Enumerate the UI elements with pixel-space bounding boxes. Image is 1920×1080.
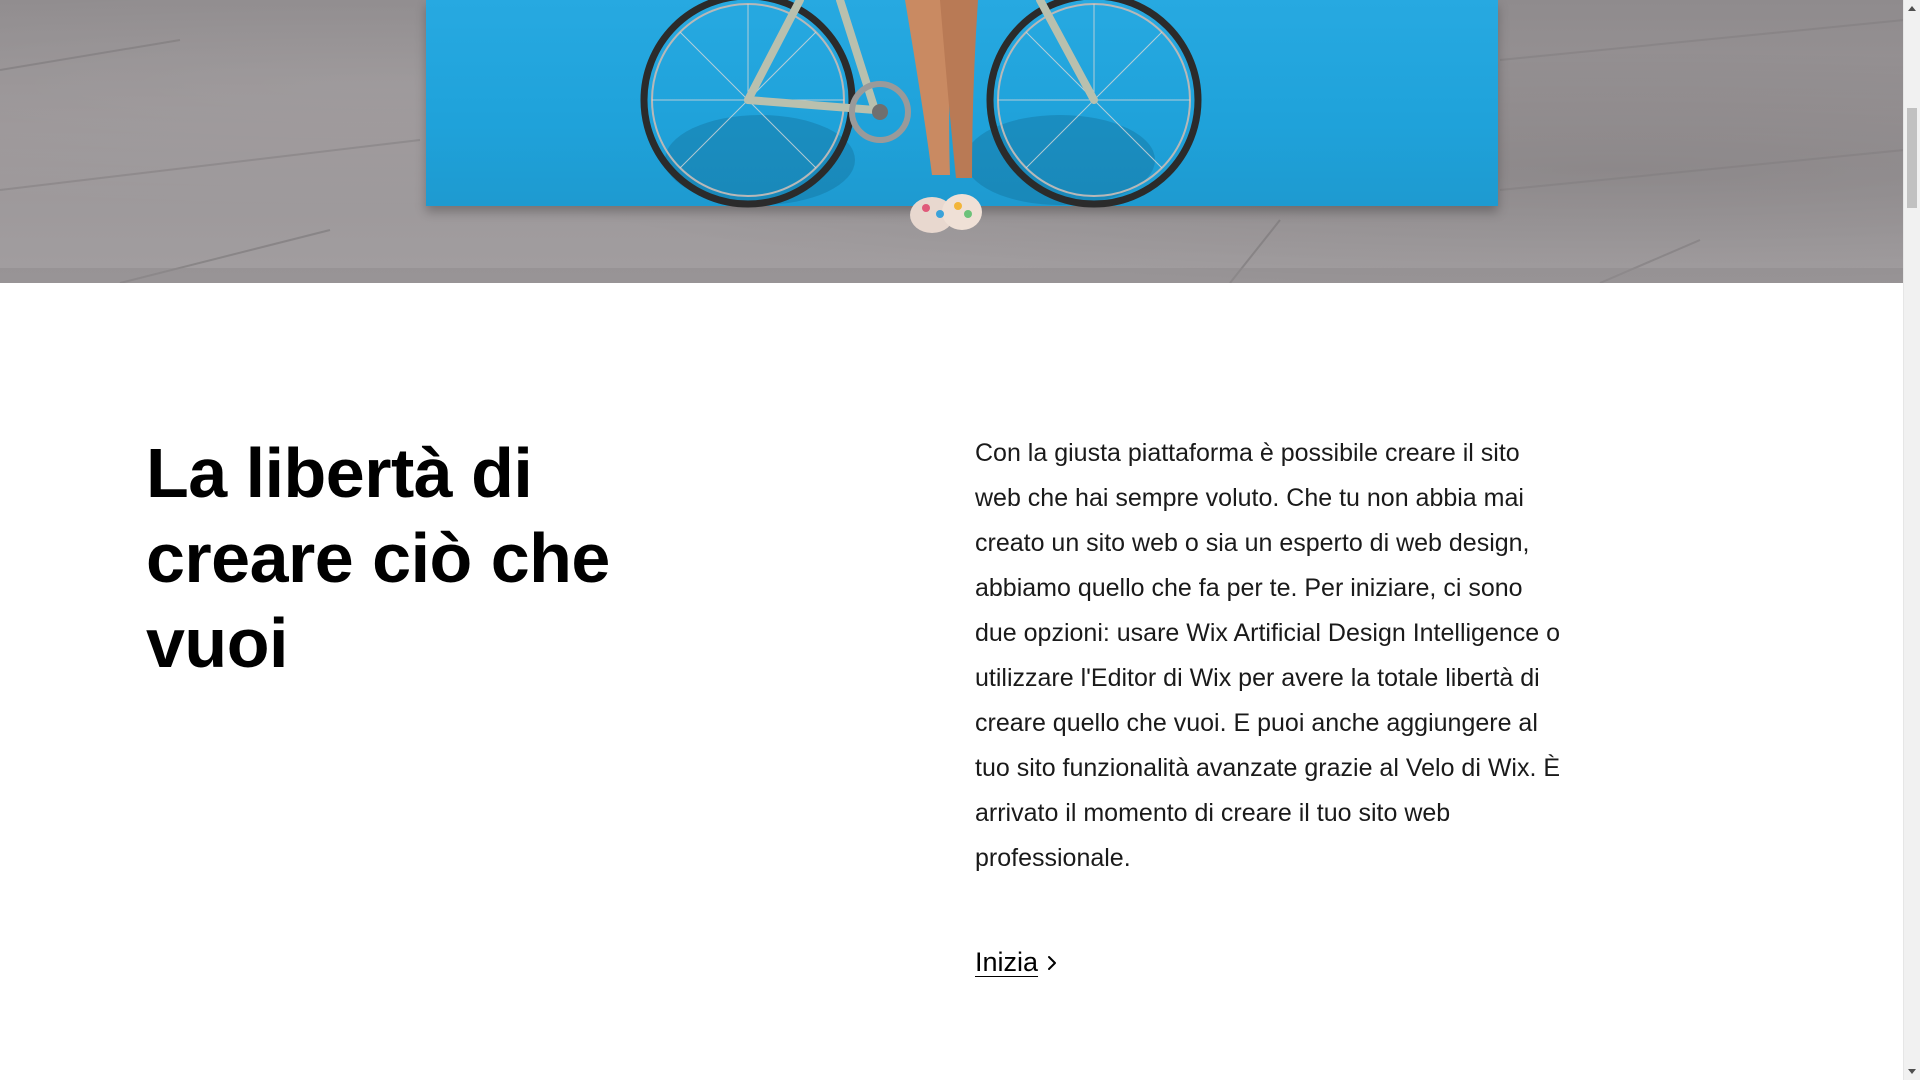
- start-link[interactable]: Inizia: [975, 947, 1060, 978]
- intro-section: La libertà di creare ciò che vuoi Con la…: [0, 283, 1904, 1080]
- headline-line: creare ciò che: [146, 519, 610, 597]
- scrollbar-thumb[interactable]: [1907, 108, 1917, 208]
- section-description: Con la giusta piattaforma è possibile cr…: [975, 439, 1561, 872]
- headline-line: vuoi: [146, 604, 288, 682]
- vertical-scrollbar[interactable]: [1903, 0, 1920, 1080]
- section-headline: La libertà di creare ciò che vuoi: [146, 431, 666, 686]
- start-link-label: Inizia: [975, 947, 1039, 977]
- scroll-down-arrow-icon[interactable]: [1904, 1064, 1920, 1080]
- bicycle-illustration: [640, 0, 1202, 233]
- chevron-right-icon: [1048, 955, 1057, 970]
- hero-image: [0, 0, 1904, 283]
- page-viewport: La libertà di creare ciò che vuoi Con la…: [0, 0, 1904, 1080]
- scroll-up-arrow-icon[interactable]: [1904, 0, 1920, 16]
- headline-line: La libertà di: [146, 434, 533, 512]
